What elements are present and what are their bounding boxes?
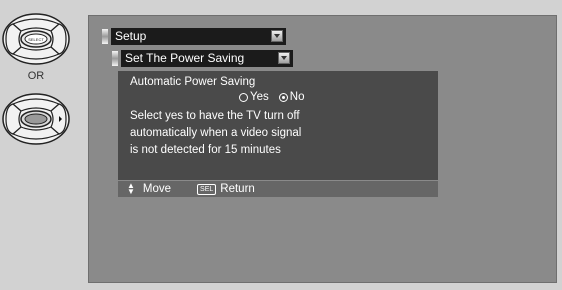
description-line-1: Select yes to have the TV turn off [130, 110, 300, 122]
power-saving-panel: Automatic Power Saving Yes No Select yes… [118, 71, 438, 180]
option-no-label: No [289, 91, 305, 103]
move-label: Move [142, 183, 172, 195]
sel-button-icon: SEL [197, 183, 217, 195]
up-down-arrow-icon: ▲ ▼ [127, 181, 135, 196]
option-no[interactable]: No [278, 91, 305, 103]
power-saving-options: Yes No [239, 91, 304, 103]
setup-menu-title: Setup [115, 29, 147, 43]
radio-yes-icon[interactable] [239, 92, 248, 102]
radio-no-icon[interactable] [278, 92, 288, 102]
remote-control-diagram: SELECT OR [0, 0, 80, 290]
remote-arrow-pad [2, 93, 70, 145]
description-line-2: automatically when a video signal [130, 127, 302, 139]
submenu-title: Set The Power Saving [125, 51, 245, 65]
or-label: OR [27, 70, 45, 82]
setup-menu-bar[interactable]: Setup [102, 28, 286, 45]
submenu-bar[interactable]: Set The Power Saving [112, 50, 293, 67]
dropdown-arrow-icon[interactable] [278, 52, 290, 64]
tv-screen: Setup Set The Power Saving Automatic Pow… [88, 15, 557, 283]
help-footer: ▲ ▼ Move SEL Return [118, 181, 438, 197]
option-yes[interactable]: Yes [239, 91, 269, 103]
select-button-label: SELECT [28, 37, 44, 42]
option-yes-label: Yes [250, 91, 269, 103]
remote-select-pad: SELECT [2, 13, 70, 65]
submenu-marker-icon [112, 51, 118, 66]
return-label: Return [220, 183, 255, 195]
description-line-3: is not detected for 15 minutes [130, 144, 281, 156]
panel-heading: Automatic Power Saving [130, 76, 256, 88]
dropdown-arrow-icon[interactable] [271, 30, 283, 42]
menu-marker-icon [102, 29, 108, 44]
